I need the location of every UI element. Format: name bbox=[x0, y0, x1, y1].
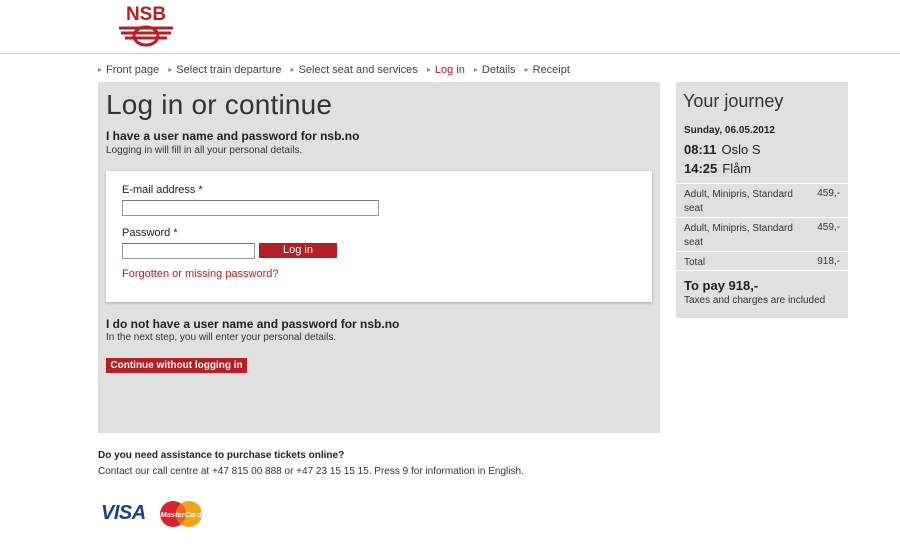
breadcrumb-front-page[interactable]: ▸ Front page bbox=[98, 64, 159, 76]
forgot-password-link[interactable]: Forgotten or missing password? bbox=[122, 268, 279, 280]
departure-time: 08:11 bbox=[684, 142, 717, 157]
ticket-line-price: 459,- bbox=[817, 222, 840, 233]
email-label: E-mail address * bbox=[122, 184, 203, 196]
assistance-text: Contact our call centre at +47 815 00 88… bbox=[98, 466, 524, 477]
nsb-logo-text: NSB bbox=[126, 4, 166, 25]
breadcrumb-details: ▸ Details bbox=[473, 64, 516, 76]
ticket-line-desc: Adult, Minipris, Standard seat bbox=[684, 189, 793, 214]
password-field[interactable] bbox=[122, 243, 255, 259]
mastercard-logo: MasterCard bbox=[160, 501, 202, 527]
ticket-line-desc: Adult, Minipris, Standard seat bbox=[684, 223, 793, 248]
journey-date: Sunday, 06.05.2012 bbox=[684, 125, 775, 136]
no-account-text: In the next step, you will enter your pe… bbox=[106, 332, 337, 343]
departure-station: Oslo S bbox=[721, 142, 761, 157]
total-label: Total bbox=[684, 257, 706, 268]
ticket-line: Adult, Minipris, Standard seat 459,- bbox=[676, 183, 848, 217]
login-panel: Log in or continue I have a user name an… bbox=[98, 82, 660, 433]
breadcrumb-select-seat[interactable]: ▸ Select seat and services bbox=[291, 64, 418, 76]
nsb-logo[interactable]: NSB bbox=[115, 2, 177, 48]
visa-logo: VISA bbox=[101, 502, 146, 524]
total-value: 918,- bbox=[817, 256, 840, 267]
total-row: Total 918,- bbox=[676, 251, 848, 271]
breadcrumb-receipt: ▸ Receipt bbox=[524, 64, 570, 76]
to-pay: To pay 918,- bbox=[684, 278, 759, 293]
arrival-station: Flåm bbox=[722, 161, 752, 176]
breadcrumb-log-in: ▸ Log in bbox=[426, 64, 465, 76]
ticket-line-price: 459,- bbox=[817, 188, 840, 199]
assistance-heading: Do you need assistance to purchase ticke… bbox=[98, 450, 345, 461]
breadcrumb: ▸ Front page ▸ Select train departure ▸ Sel… bbox=[98, 64, 576, 76]
login-button[interactable]: Log in bbox=[259, 243, 337, 258]
email-field[interactable] bbox=[122, 200, 379, 216]
password-label: Password * bbox=[122, 227, 178, 239]
mastercard-text: MasterCard bbox=[160, 510, 202, 519]
arrival-time: 14:25 bbox=[684, 161, 718, 176]
login-form: E-mail address * Password * Log in Forgo… bbox=[106, 171, 652, 302]
header: NSB bbox=[0, 0, 900, 54]
departure-row: 08:11 Oslo S bbox=[684, 142, 761, 157]
taxes-note: Taxes and charges are included bbox=[684, 295, 826, 306]
has-account-heading: I have a user name and password for nsb.… bbox=[106, 129, 360, 143]
breadcrumb-select-train-departure[interactable]: ▸ Select train departure bbox=[168, 64, 281, 76]
page-title: Log in or continue bbox=[106, 89, 333, 120]
has-account-text: Logging in will fill in all your persona… bbox=[106, 145, 303, 156]
ticket-line: Adult, Minipris, Standard seat 459,- bbox=[676, 217, 848, 251]
journey-summary: Your journey Sunday, 06.05.2012 08:11 Osl… bbox=[676, 82, 848, 318]
no-account-heading: I do not have a user name and password f… bbox=[106, 317, 400, 331]
journey-title: Your journey bbox=[683, 91, 784, 111]
continue-without-login-button[interactable]: Continue without logging in bbox=[106, 358, 247, 373]
arrival-row: 14:25 Flåm bbox=[684, 161, 751, 176]
